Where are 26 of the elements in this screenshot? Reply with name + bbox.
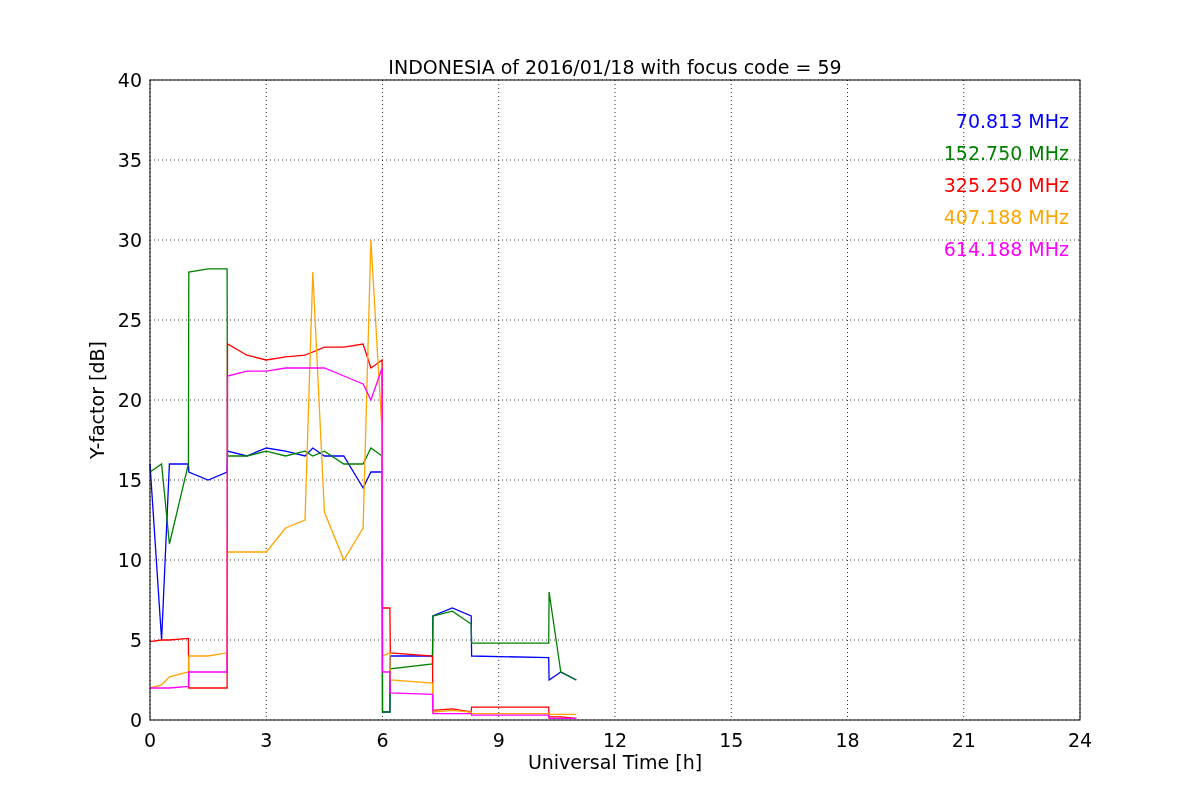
x-tick-label: 12 — [602, 729, 628, 751]
y-tick-label: 25 — [117, 309, 142, 331]
y-tick-label: 35 — [117, 149, 142, 171]
y-tick-label: 30 — [117, 229, 142, 251]
x-axis-label: Universal Time [h] — [527, 751, 703, 773]
y-tick-label: 5 — [129, 629, 142, 651]
x-tick-label: 21 — [951, 729, 976, 751]
y-tick-label: 20 — [117, 389, 142, 411]
x-tick-label: 24 — [1067, 729, 1093, 751]
y-axis-label: Y-factor [dB] — [86, 341, 108, 459]
legend-label: 152.750 MHz — [943, 142, 1069, 164]
y-tick-label: 0 — [129, 709, 142, 731]
x-tick-label: 18 — [835, 729, 860, 751]
legend-label: 70.813 MHz — [955, 110, 1069, 132]
legend-label: 407.188 MHz — [943, 206, 1069, 228]
x-tick-label: 6 — [376, 729, 389, 751]
chart-title: INDONESIA of 2016/01/18 with focus code = 59 — [388, 56, 842, 78]
x-tick-label: 3 — [260, 729, 273, 751]
x-tick-label: 9 — [492, 729, 505, 751]
y-tick-label: 10 — [117, 549, 142, 571]
legend-label: 325.250 MHz — [943, 174, 1069, 196]
y-tick-label: 15 — [117, 469, 142, 491]
legend-label: 614.188 MHz — [943, 238, 1069, 260]
x-tick-label: 0 — [143, 729, 157, 751]
x-tick-label: 15 — [719, 729, 744, 751]
y-tick-label: 40 — [117, 69, 142, 91]
